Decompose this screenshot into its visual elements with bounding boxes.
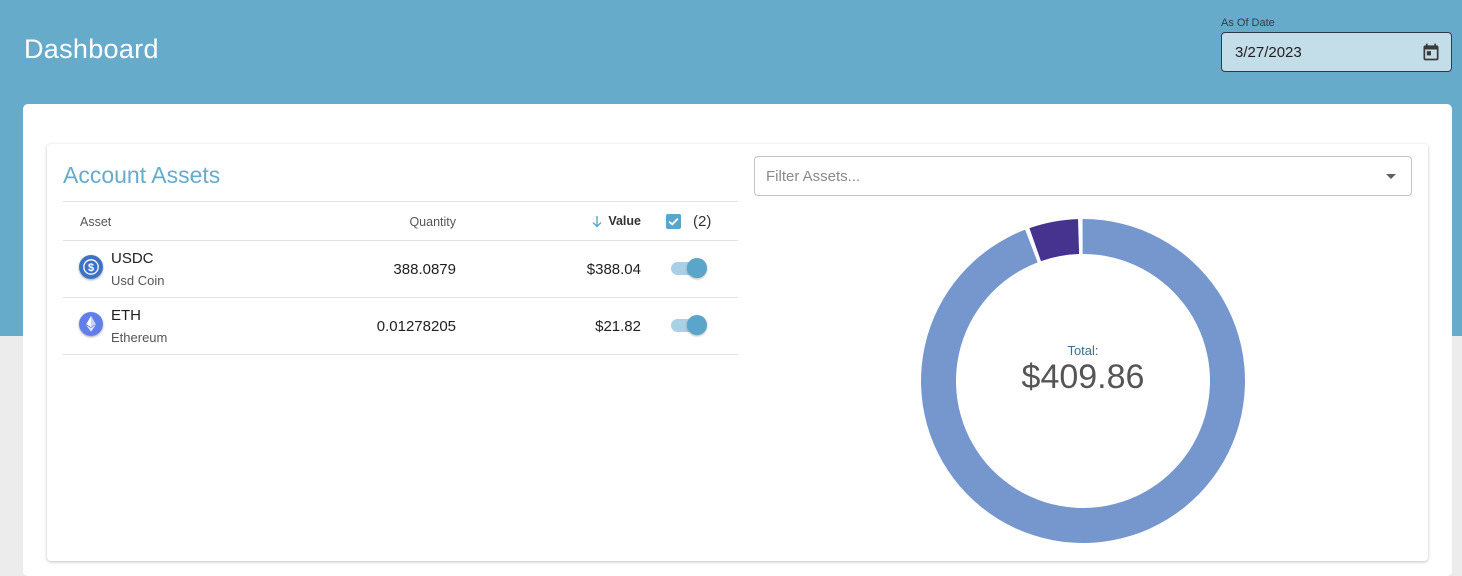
donut-total-value: $409.86 <box>1021 358 1145 396</box>
account-assets-title: Account Assets <box>63 162 221 188</box>
as-of-date-value[interactable]: 3/27/2023 <box>1235 44 1302 61</box>
asset-value: $388.04 <box>586 261 641 278</box>
as-of-date-field[interactable]: 3/27/2023 <box>1221 32 1452 72</box>
asset-value: $21.82 <box>595 318 641 335</box>
column-header-quantity[interactable]: Quantity <box>409 215 456 229</box>
select-all-checkbox[interactable] <box>666 214 681 229</box>
filter-assets-input[interactable] <box>755 157 1375 195</box>
sort-descending-icon[interactable] <box>591 215 603 228</box>
asset-quantity: 0.01278205 <box>376 318 456 335</box>
donut-total-label: Total: <box>1067 343 1099 358</box>
donut-slice-eth[interactable] <box>1029 219 1080 262</box>
asset-name: Usd Coin <box>111 273 165 288</box>
asset-visibility-toggle[interactable] <box>669 315 707 335</box>
toggle-thumb[interactable] <box>687 315 707 335</box>
column-header-value[interactable]: Value <box>591 214 641 228</box>
table-header-row: Asset Quantity Value (2) <box>63 201 738 241</box>
page-title: Dashboard <box>24 34 159 64</box>
table-row[interactable]: $ USDC Usd Coin 388.0879 $388.04 <box>63 241 738 298</box>
asset-visibility-toggle[interactable] <box>669 258 707 278</box>
asset-symbol: USDC <box>111 250 154 267</box>
dropdown-arrow-icon[interactable] <box>1385 173 1397 180</box>
ethereum-coin-icon <box>79 312 103 336</box>
column-header-asset[interactable]: Asset <box>80 215 111 229</box>
calendar-icon[interactable] <box>1421 42 1441 62</box>
toggle-thumb[interactable] <box>687 258 707 278</box>
usdc-coin-icon: $ <box>79 255 103 279</box>
checkmark-icon <box>668 217 679 226</box>
table-row[interactable]: ETH Ethereum 0.01278205 $21.82 <box>63 298 738 355</box>
asset-quantity: 388.0879 <box>393 261 456 278</box>
asset-name: Ethereum <box>111 330 168 345</box>
as-of-date-label: As Of Date <box>1221 17 1275 29</box>
selected-count: (2) <box>693 213 712 230</box>
asset-symbol: ETH <box>111 307 141 324</box>
column-header-value-label: Value <box>608 214 641 228</box>
assets-table: Asset Quantity Value (2) $ USDC Usd Coin… <box>63 201 738 355</box>
svg-text:$: $ <box>88 262 94 274</box>
filter-assets-select[interactable] <box>754 156 1412 196</box>
